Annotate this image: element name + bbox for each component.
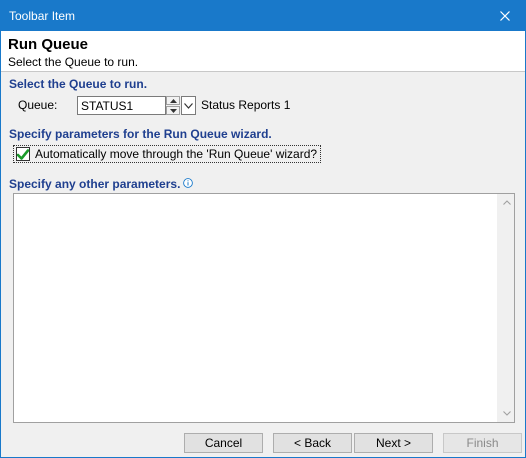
info-icon[interactable] <box>183 178 194 188</box>
toolbar-item-dialog: Toolbar Item Run Queue Select the Queue … <box>0 0 526 458</box>
auto-move-checkbox-label: Automatically move through the 'Run Queu… <box>35 147 318 161</box>
page-subtitle: Select the Queue to run. <box>8 55 139 69</box>
back-button[interactable]: < Back <box>273 433 352 453</box>
queue-spinner <box>166 96 180 115</box>
close-icon <box>500 11 510 21</box>
vertical-scrollbar[interactable] <box>497 194 514 422</box>
cancel-button[interactable]: Cancel <box>184 433 263 453</box>
other-params-section-heading: Specify any other parameters. <box>9 177 194 191</box>
queue-label: Queue: <box>18 98 58 112</box>
other-params-heading-text: Specify any other parameters. <box>9 177 181 191</box>
other-params-textarea[interactable] <box>13 193 515 423</box>
queue-section-heading: Select the Queue to run. <box>9 77 148 91</box>
wizard-header: Run Queue Select the Queue to run. <box>1 31 525 72</box>
title-bar[interactable]: Toolbar Item <box>1 1 525 31</box>
spin-up-button[interactable] <box>166 96 180 105</box>
auto-move-checkbox[interactable] <box>16 147 30 161</box>
queue-input[interactable] <box>77 96 166 115</box>
queue-dropdown-button[interactable] <box>181 96 196 115</box>
arrow-down-icon <box>169 108 177 113</box>
window-title: Toolbar Item <box>9 9 76 23</box>
finish-button[interactable]: Finish <box>443 433 522 453</box>
next-button[interactable]: Next > <box>354 433 433 453</box>
scroll-down-button[interactable] <box>498 405 515 422</box>
scroll-up-icon <box>502 200 511 205</box>
close-button[interactable] <box>485 1 525 31</box>
chevron-down-icon <box>184 102 193 109</box>
scroll-down-icon <box>502 411 511 416</box>
checkmark-icon <box>17 148 29 160</box>
scroll-up-button[interactable] <box>498 194 515 211</box>
wizard-section-heading: Specify parameters for the Run Queue wiz… <box>9 127 272 141</box>
spin-down-button[interactable] <box>166 106 180 115</box>
page-title: Run Queue <box>8 36 89 53</box>
auto-move-checkbox-row[interactable]: Automatically move through the 'Run Queu… <box>13 145 322 163</box>
queue-description: Status Reports 1 <box>201 98 291 112</box>
arrow-up-icon <box>169 98 177 103</box>
